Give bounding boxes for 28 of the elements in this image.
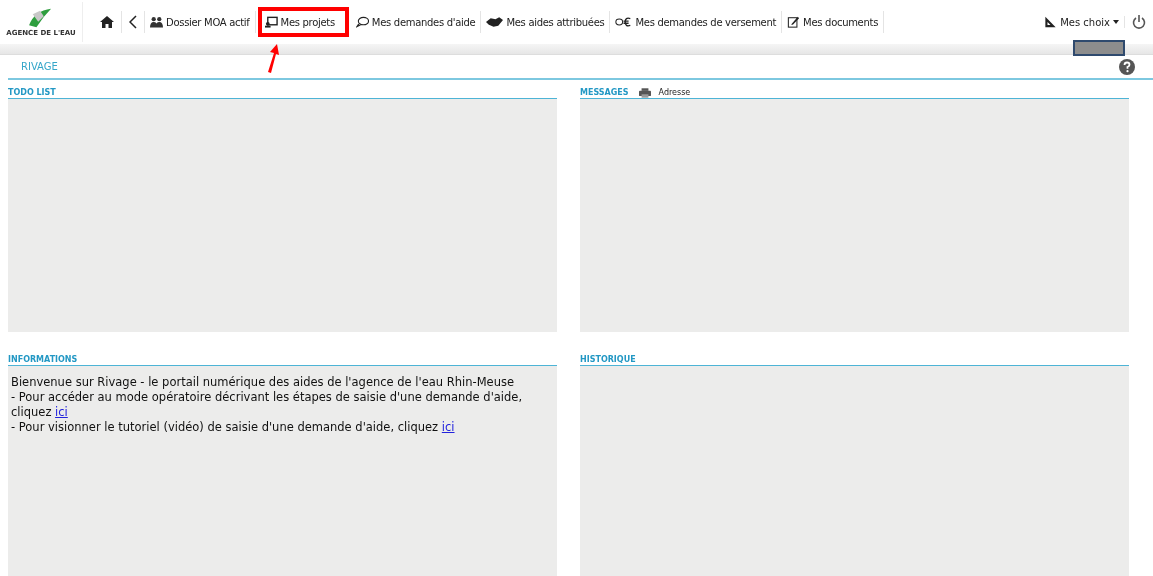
- printer-icon[interactable]: [638, 87, 651, 98]
- user-badge: [1073, 40, 1125, 56]
- nav-link[interactable]: Mes documents: [782, 11, 885, 33]
- page-title: RIVAGE: [21, 61, 58, 72]
- panel-title: MESSAGES: [580, 88, 629, 97]
- nav-link[interactable]: Mes demandes de versement: [610, 11, 783, 33]
- link[interactable]: ici: [441, 420, 455, 434]
- panel-title: INFORMATIONS: [8, 355, 78, 364]
- highlighted-nav-link[interactable]: Mes projets: [257, 7, 349, 37]
- info-text: Bienvenue sur Rivage - le portail numérique des aides de l'agence de l'eau Rhin-Meuse: [11, 375, 516, 390]
- speech-bubble-icon: [355, 16, 369, 28]
- edit-icon: [787, 16, 801, 28]
- nav-link[interactable]: Mes aides attribuées: [481, 11, 611, 33]
- people-icon: [150, 16, 163, 28]
- caret-icon: [1113, 20, 1119, 24]
- nav-link[interactable]: Dossier MOA actif: [145, 11, 256, 33]
- user-menu-button[interactable]: Mes choix: [1039, 16, 1125, 28]
- nav-link[interactable]: Mes demandes d'aide: [350, 11, 482, 33]
- link[interactable]: ici: [55, 405, 68, 419]
- handshake-icon: [486, 16, 504, 28]
- address-label[interactable]: Adresse: [658, 88, 691, 97]
- panel-title: HISTORIQUE: [580, 355, 636, 364]
- annotation-arrow: [265, 43, 280, 73]
- help-icon[interactable]: [1119, 58, 1135, 75]
- presentation-icon: [264, 16, 278, 28]
- info-text: - Pour visionner le tutoriel (vidéo) de saisie d'une demande d'aide, cliquez ici: [11, 420, 456, 435]
- panel-title: TODO LIST: [8, 88, 56, 97]
- bubble-euro-icon: [615, 16, 633, 28]
